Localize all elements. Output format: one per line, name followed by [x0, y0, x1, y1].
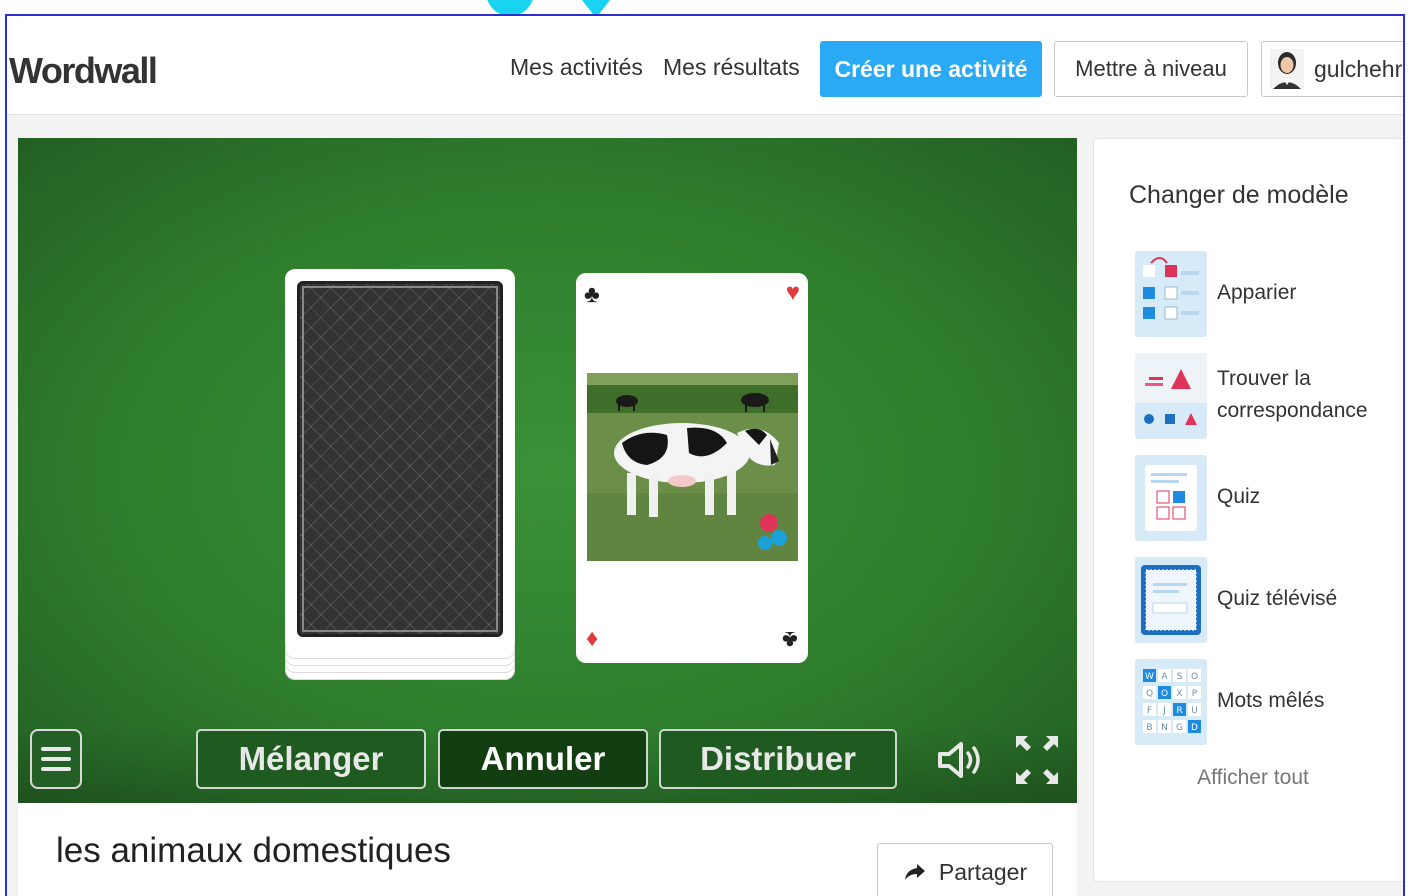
svg-text:W: W	[1145, 672, 1154, 682]
template-label: Quiz	[1217, 485, 1261, 508]
share-label: Partager	[938, 858, 1028, 885]
template-label: Quiz télévisé	[1217, 587, 1338, 610]
wordwall-logo[interactable]: Wordwall	[9, 50, 158, 92]
user-menu-button[interactable]: gulchehra	[1261, 41, 1405, 97]
template-find-match[interactable]: Trouver la correspondance	[1135, 353, 1403, 439]
template-label: correspondance	[1217, 399, 1368, 422]
activity-title: les animaux domestiques	[56, 831, 451, 870]
svg-text:F: F	[1147, 706, 1152, 716]
shuffle-button[interactable]: Mélanger	[196, 729, 426, 789]
activity-info: les animaux domestiques Partager	[18, 803, 1077, 896]
template-label: Mots mêlés	[1217, 689, 1325, 712]
svg-text:U: U	[1191, 706, 1198, 716]
template-label: Trouver la	[1217, 367, 1311, 390]
wordsearch-icon: WASO QOXP FJRU BNGD	[1135, 659, 1207, 745]
svg-text:S: S	[1177, 672, 1183, 682]
cow-image	[587, 373, 798, 561]
sidebar-title: Changer de modèle	[1129, 181, 1349, 209]
svg-text:O: O	[1191, 672, 1198, 682]
svg-text:P: P	[1192, 689, 1198, 699]
card-back-pattern	[297, 281, 503, 637]
top-header: Wordwall Mes activités Mes résultats Cré…	[7, 16, 1405, 115]
upgrade-button[interactable]: Mettre à niveau	[1054, 41, 1248, 97]
template-gameshow-quiz[interactable]: Quiz télévisé	[1135, 557, 1403, 643]
match-up-icon	[1135, 251, 1207, 337]
template-label: Apparier	[1217, 281, 1297, 304]
nav-my-activities[interactable]: Mes activités	[510, 54, 643, 81]
nav-my-results[interactable]: Mes résultats	[663, 54, 800, 81]
template-wordsearch[interactable]: WASO QOXP FJRU BNGD Mots mêlés	[1135, 659, 1403, 745]
create-activity-button[interactable]: Créer une activité	[820, 41, 1042, 97]
deal-button[interactable]: Distribuer	[659, 729, 897, 789]
gameshow-quiz-icon	[1135, 557, 1207, 643]
username: gulchehra	[1314, 55, 1405, 82]
menu-icon[interactable]	[30, 729, 82, 789]
avatar	[1270, 49, 1304, 89]
card-game-area[interactable]: ♣ ♥ ♦ ♣ Mélanger Annuler Distribuer	[18, 138, 1077, 803]
svg-text:Q: Q	[1146, 689, 1153, 699]
club-icon: ♣	[584, 281, 600, 308]
quiz-icon	[1135, 455, 1207, 541]
face-up-card[interactable]: ♣ ♥ ♦ ♣	[576, 273, 808, 663]
show-all-link[interactable]: Afficher tout	[1094, 766, 1403, 790]
svg-text:N: N	[1161, 723, 1168, 733]
card-deck[interactable]	[285, 269, 515, 649]
fullscreen-icon[interactable]	[1012, 732, 1062, 788]
speaker-icon[interactable]	[936, 738, 984, 782]
find-match-icon	[1135, 353, 1207, 439]
svg-text:A: A	[1161, 672, 1168, 682]
heart-icon: ♥	[785, 279, 800, 306]
svg-text:O: O	[1161, 689, 1168, 699]
game-controls-bar: Mélanger Annuler Distribuer	[18, 726, 1077, 803]
svg-text:B: B	[1146, 723, 1152, 733]
template-match-up[interactable]: Apparier	[1135, 251, 1403, 337]
svg-text:R: R	[1176, 706, 1182, 716]
share-arrow-icon	[904, 864, 925, 880]
app-frame: Wordwall Mes activités Mes résultats Cré…	[5, 14, 1405, 896]
template-quiz[interactable]: Quiz	[1135, 455, 1403, 541]
share-button[interactable]: Partager	[877, 843, 1053, 896]
diamond-icon: ♦	[586, 625, 599, 652]
svg-text:G: G	[1176, 723, 1183, 733]
svg-text:D: D	[1191, 723, 1198, 733]
club-icon: ♣	[782, 626, 798, 653]
svg-text:J: J	[1162, 706, 1166, 716]
svg-text:X: X	[1176, 689, 1182, 699]
template-sidebar: Changer de modèle Apparier Trouver la co…	[1093, 138, 1403, 882]
undo-button[interactable]: Annuler	[438, 729, 648, 789]
